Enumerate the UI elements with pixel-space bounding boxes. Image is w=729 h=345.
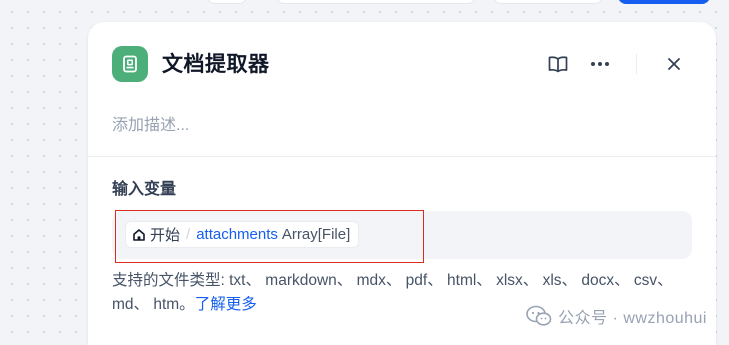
variable-type: Array[File] <box>281 226 351 243</box>
publish-button[interactable] <box>618 0 710 4</box>
variable-name: attachments <box>196 226 278 243</box>
watermark-text: 公众号 · wwzhouhui <box>558 310 707 327</box>
book-open-icon <box>548 56 568 73</box>
document-extractor-icon <box>112 46 148 82</box>
header-divider <box>636 54 637 74</box>
canvas-toolbar-button[interactable] <box>276 0 476 4</box>
description-input[interactable]: 添加描述... <box>112 111 189 135</box>
canvas-toolbar-button[interactable] <box>207 0 247 4</box>
node-title[interactable]: 文档提取器 <box>162 49 270 79</box>
panel-header: 文档提取器 <box>112 46 692 82</box>
input-variable-field[interactable]: 开始 / attachments Array[File] <box>112 210 692 263</box>
help-docs-button[interactable] <box>544 50 572 78</box>
variable-source-node: 开始 <box>150 227 181 244</box>
more-button[interactable] <box>586 50 614 78</box>
canvas-toolbar-button[interactable] <box>493 0 603 4</box>
close-button[interactable] <box>660 50 688 78</box>
home-icon <box>132 228 146 242</box>
section-divider <box>88 156 716 157</box>
node-config-panel: 文档提取器 添加描述... 输入变量 开始 / attachments Arra… <box>88 22 716 345</box>
close-icon <box>668 58 680 70</box>
variable-path-separator: / <box>186 226 191 243</box>
more-horizontal-icon <box>591 62 609 66</box>
watermark: 公众号 · wwzhouhui <box>526 304 707 328</box>
input-variable-label: 输入变量 <box>112 179 177 198</box>
wechat-icon <box>526 305 552 327</box>
variable-chip[interactable]: 开始 / attachments Array[File] <box>125 221 360 248</box>
learn-more-link[interactable]: 了解更多 <box>195 296 257 313</box>
